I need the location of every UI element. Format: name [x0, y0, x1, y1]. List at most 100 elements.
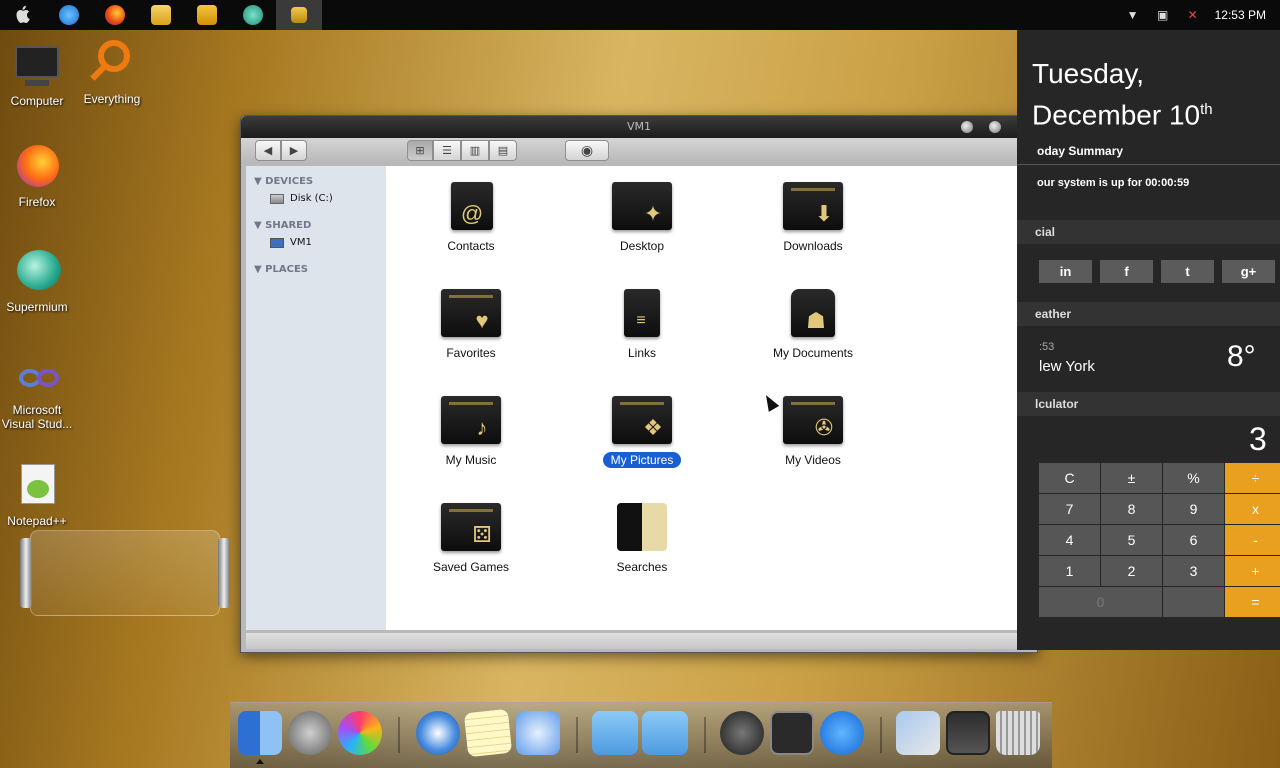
desktop-icon-label: Firefox [18, 195, 56, 209]
weather-heading: eather [1017, 302, 1280, 326]
back-button[interactable]: ◀ [255, 140, 281, 161]
linkedin-icon[interactable]: in [1039, 260, 1092, 283]
sidebar-widgets-panel: Tuesday, December 10th oday Summary our … [1017, 30, 1280, 650]
desktop-icon-label: Supermium [6, 300, 68, 314]
network-icon[interactable]: ▣ [1155, 8, 1171, 22]
weather-time: :53 [1039, 341, 1055, 353]
desktop-icon-firefox[interactable]: Firefox [0, 143, 77, 209]
calc-key-2[interactable]: 2 [1101, 556, 1162, 586]
desktop-icon-visual-studio[interactable]: Microsoft Visual Stud... [0, 363, 77, 431]
dock-separator [398, 717, 400, 753]
documents-folder-icon[interactable] [592, 711, 638, 755]
calc-key-0[interactable]: 0 [1039, 587, 1162, 617]
calc-key-multiply[interactable]: x [1225, 494, 1280, 524]
itunes-icon[interactable] [516, 711, 560, 755]
desktop-icon-everything[interactable]: Everything [72, 40, 152, 106]
volume-muted-icon[interactable]: ✕ [1185, 8, 1201, 22]
heart-icon: ♥ [475, 308, 489, 333]
sidebar-item-vm1[interactable]: VM1 [246, 235, 386, 256]
sidebar-heading-devices[interactable]: ▼ DEVICES [246, 172, 386, 191]
calc-key-5[interactable]: 5 [1101, 525, 1162, 555]
contacts-icon: @ [460, 201, 484, 226]
forward-button[interactable]: ▶ [281, 140, 307, 161]
calc-key-plus[interactable]: + [1225, 556, 1280, 586]
sidebar-heading-shared[interactable]: ▼ SHARED [246, 216, 386, 235]
folder-my-documents[interactable]: ☗ My Documents [748, 285, 878, 361]
google-plus-icon[interactable]: g+ [1222, 260, 1275, 283]
finder-dock-icon[interactable] [238, 711, 282, 755]
folder-desktop[interactable]: ✦ Desktop [577, 178, 707, 254]
chevron-left-icon: ◀ [263, 144, 273, 157]
list-view-button[interactable]: ☰ [433, 140, 461, 161]
folder-searches[interactable]: Searches [577, 499, 707, 575]
twitter-icon[interactable]: t [1161, 260, 1214, 283]
coverflow-view-button[interactable]: ▤ [489, 140, 517, 161]
calc-key-7[interactable]: 7 [1039, 494, 1100, 524]
clock[interactable]: 12:53 PM [1215, 8, 1266, 22]
dashboard-widgets-icon[interactable] [770, 711, 814, 755]
app-store-icon[interactable] [820, 711, 864, 755]
safari-icon[interactable] [416, 711, 460, 755]
columns-icon: ▥ [469, 144, 481, 157]
facebook-icon[interactable]: f [1100, 260, 1153, 283]
firefox-taskbar-icon[interactable] [92, 0, 138, 30]
supermium-taskbar-icon[interactable] [230, 0, 276, 30]
desktop-icon-supermium[interactable]: Supermium [0, 248, 77, 314]
system-preferences-icon[interactable] [288, 711, 332, 755]
maximize-button[interactable] [989, 121, 1001, 133]
folder-links[interactable]: ≡ Links [577, 285, 707, 361]
power-icon[interactable] [720, 711, 764, 755]
sidebar: ▼ DEVICES Disk (C:) ▼ SHARED VM1 ▼ PLACE… [246, 166, 386, 630]
desktop-icon-label: Everything [83, 92, 141, 106]
calc-key-percent[interactable]: % [1163, 463, 1224, 493]
quick-look-button[interactable]: ◉ [565, 140, 609, 161]
file-explorer-icon[interactable] [138, 0, 184, 30]
chevron-down-icon[interactable]: ▼ [1125, 8, 1141, 22]
monitor-icon [270, 237, 284, 248]
calc-key-clear[interactable]: C [1039, 463, 1100, 493]
minimize-button[interactable] [961, 121, 973, 133]
uptime-text: our system is up for 00:00:59 [1037, 177, 1190, 189]
calc-key-divide[interactable]: ÷ [1225, 463, 1280, 493]
notes-icon[interactable] [463, 708, 513, 758]
calc-key-3[interactable]: 3 [1163, 556, 1224, 586]
sidebar-heading-places[interactable]: ▼ PLACES [246, 260, 386, 279]
folder-my-music[interactable]: ♪ My Music [406, 392, 536, 468]
folder-my-pictures[interactable]: ❖ My Pictures [577, 392, 707, 468]
desktop-icon-computer[interactable]: Computer [0, 42, 77, 108]
folder-saved-games[interactable]: ⚄ Saved Games [406, 499, 536, 575]
active-window-icon[interactable] [276, 0, 322, 30]
calc-key-equals[interactable]: = [1225, 587, 1280, 617]
applications-folder-icon[interactable] [642, 711, 688, 755]
dock-separator [576, 717, 578, 753]
briefcase-icon: ☗ [806, 308, 826, 333]
window-titlebar[interactable]: VM1 [241, 116, 1037, 138]
folder-downloads[interactable]: ⬇ Downloads [748, 178, 878, 254]
folder-contacts[interactable]: @ Contacts [406, 178, 536, 254]
calc-key-4[interactable]: 4 [1039, 525, 1100, 555]
calc-key-decimal[interactable] [1163, 587, 1224, 617]
folder-favorites[interactable]: ♥ Favorites [406, 285, 536, 361]
calc-key-minus[interactable]: - [1225, 525, 1280, 555]
calc-key-1[interactable]: 1 [1039, 556, 1100, 586]
trash-icon[interactable] [996, 711, 1040, 755]
calc-key-6[interactable]: 6 [1163, 525, 1224, 555]
apple-menu-icon[interactable] [0, 0, 46, 30]
film-reel-icon: ✇ [814, 415, 834, 440]
media-player-icon[interactable] [184, 0, 230, 30]
calc-key-8[interactable]: 8 [1101, 494, 1162, 524]
preview-photos-icon[interactable] [896, 711, 940, 755]
column-view-button[interactable]: ▥ [461, 140, 489, 161]
coverflow-icon: ▤ [497, 144, 509, 157]
calc-key-9[interactable]: 9 [1163, 494, 1224, 524]
calc-key-plusminus[interactable]: ± [1101, 463, 1162, 493]
desktop-icon-label: Microsoft Visual Stud... [1, 403, 73, 431]
internet-explorer-icon[interactable] [46, 0, 92, 30]
windows-apps-icon[interactable] [946, 711, 990, 755]
weather-city: lew York [1039, 358, 1095, 375]
calculator-keypad: C ± % ÷ 7 8 9 x 4 5 6 - 1 2 3 + 0 = [1039, 463, 1280, 617]
desktop-icon-notepad-plus[interactable]: Notepad++ [0, 462, 77, 528]
icon-view-button[interactable]: ⊞ [407, 140, 433, 161]
sidebar-item-disk-c[interactable]: Disk (C:) [246, 191, 386, 212]
game-center-icon[interactable] [338, 711, 382, 755]
